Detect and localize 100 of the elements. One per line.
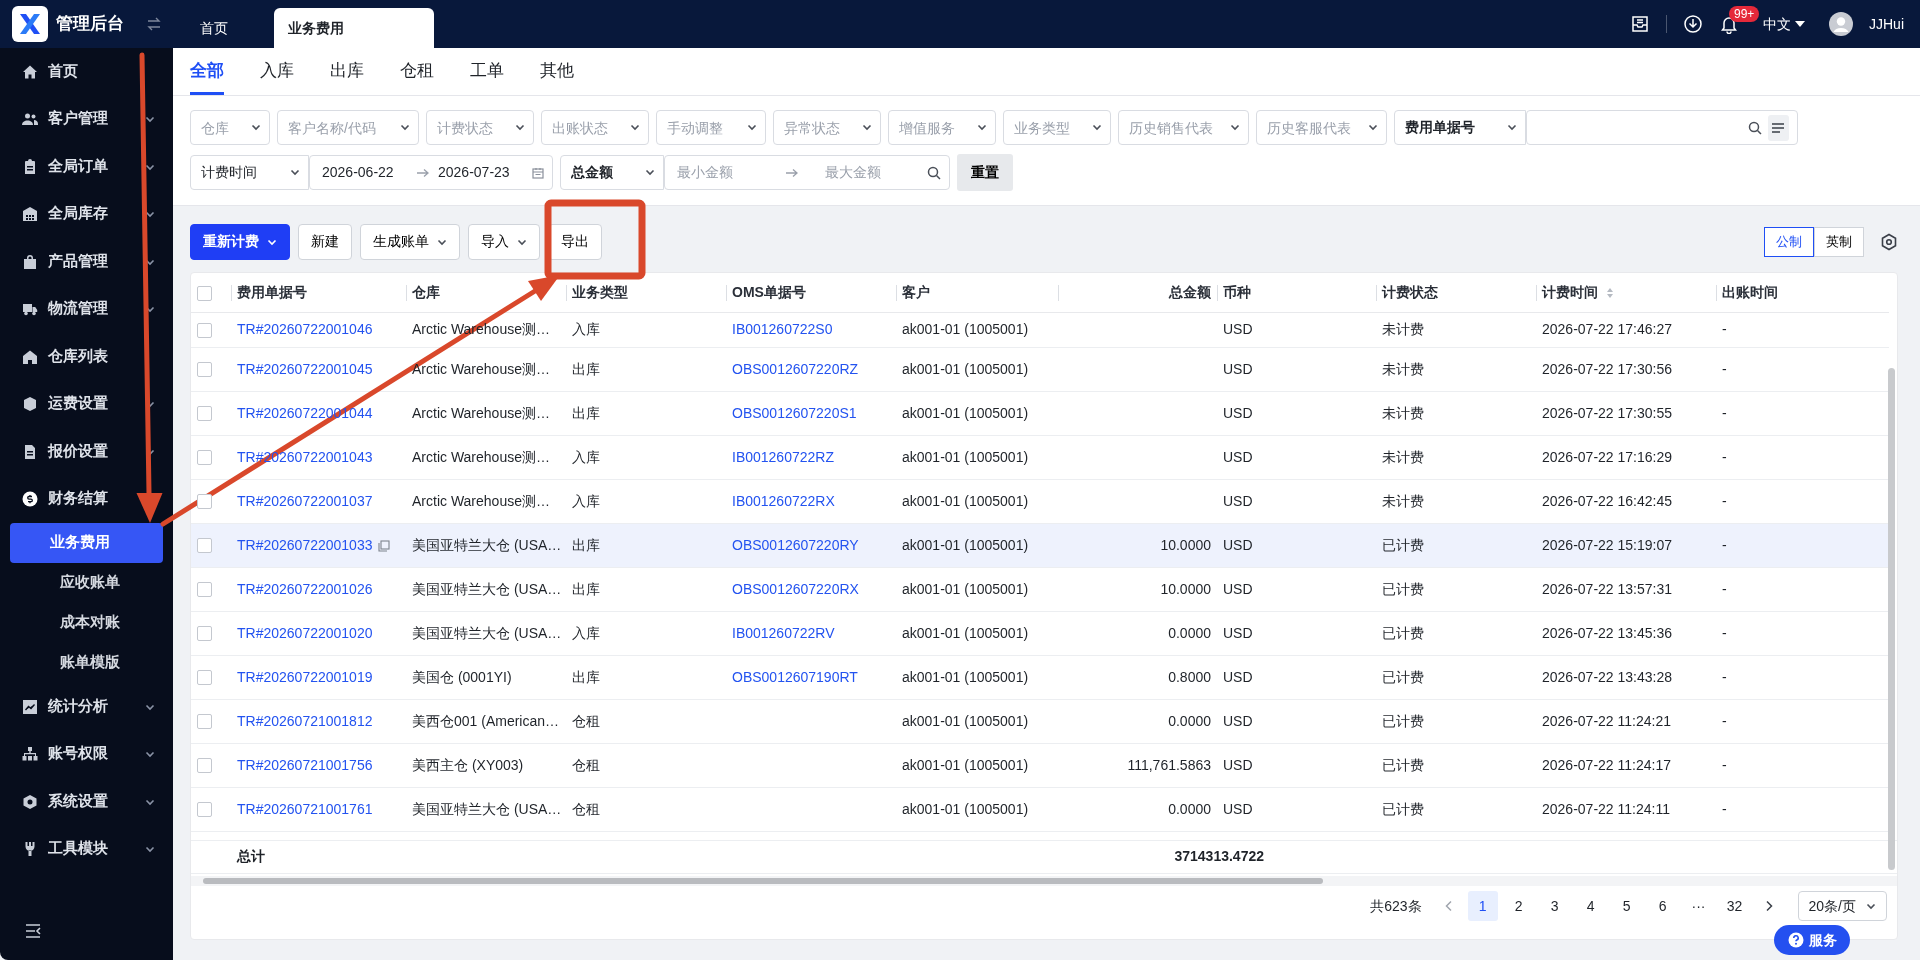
column-header[interactable]: 业务类型 — [572, 283, 628, 300]
sidebar-subitem[interactable]: 账单模版 — [10, 643, 163, 683]
order-number-link[interactable]: IB001260722S0 — [732, 321, 833, 337]
min-amount-field[interactable]: 最小金额 — [675, 161, 780, 184]
fee-number-link[interactable]: TR#20260721001756 — [237, 756, 373, 773]
toolbar-button[interactable]: 新建 — [298, 223, 352, 260]
tab[interactable]: 工单 — [470, 48, 504, 95]
order-number-link[interactable]: OBS0012607220RZ — [732, 360, 859, 377]
tab[interactable]: 出库 — [330, 48, 364, 95]
sidebar-subitem[interactable]: 成本对账 — [10, 603, 163, 643]
inbox-icon[interactable] — [1630, 14, 1650, 34]
page-button[interactable]: 6 — [1647, 891, 1678, 922]
page-button[interactable]: 3 — [1539, 891, 1570, 922]
select-field[interactable]: 手动调整 — [656, 110, 766, 145]
search-field[interactable] — [1526, 110, 1798, 145]
select-field[interactable]: 增值服务 — [888, 110, 996, 145]
service-button[interactable]: 服务 — [1774, 925, 1850, 955]
select-field[interactable]: 费用单据号 — [1394, 110, 1526, 145]
row-checkbox[interactable] — [197, 802, 212, 818]
column-header[interactable]: 客户 — [902, 283, 930, 300]
row-checkbox[interactable] — [197, 538, 212, 554]
sidebar-item[interactable]: 系统设置 — [48, 790, 145, 813]
sidebar-item[interactable]: 仓库列表 — [48, 345, 155, 368]
filter-list-button[interactable] — [1767, 114, 1789, 141]
user-name[interactable]: JJHui — [1869, 13, 1904, 35]
page-button[interactable]: 4 — [1575, 891, 1606, 922]
column-header[interactable]: 总金额 — [1169, 283, 1211, 300]
sidebar-item[interactable]: 账号权限 — [48, 743, 145, 766]
sidebar-item[interactable]: 工具模块 — [48, 838, 145, 861]
column-header[interactable]: 费用单据号 — [237, 283, 307, 300]
sidebar-item[interactable]: 产品管理 — [48, 250, 145, 273]
scrollbar-thumb[interactable] — [1888, 368, 1895, 870]
fee-number-link[interactable]: TR#20260722001020 — [237, 624, 373, 641]
toolbar-button[interactable]: 导入 — [468, 223, 540, 260]
header-checkbox[interactable] — [197, 285, 212, 301]
page-tab[interactable]: 业务费用 — [274, 8, 434, 48]
page-button[interactable]: 5 — [1611, 891, 1642, 922]
fee-number-link[interactable]: TR#20260721001812 — [237, 712, 373, 729]
date-end-field[interactable]: 2026-07-23 — [436, 161, 526, 184]
select-field[interactable]: 业务类型 — [1003, 110, 1111, 145]
row-checkbox[interactable] — [197, 758, 212, 774]
page-tab[interactable]: 首页 — [186, 8, 274, 48]
fee-number-link[interactable]: TR#20260722001046 — [237, 321, 373, 337]
amount-range-field[interactable]: 最小金额 最大金额 — [664, 155, 950, 190]
row-checkbox[interactable] — [197, 362, 212, 378]
sidebar-item[interactable]: 运费设置 — [48, 393, 145, 416]
fee-number-link[interactable]: TR#20260722001045 — [237, 360, 373, 377]
column-header[interactable]: 计费状态 — [1382, 283, 1438, 300]
select-field[interactable]: 异常状态 — [773, 110, 881, 145]
order-number-link[interactable]: IB001260722RV — [732, 624, 835, 641]
prev-page-icon[interactable] — [1443, 900, 1454, 913]
sidebar-item[interactable]: 客户管理 — [48, 108, 145, 131]
row-checkbox[interactable] — [197, 714, 212, 730]
column-header[interactable]: 仓库 — [412, 283, 440, 300]
column-header[interactable]: 出账时间 — [1722, 283, 1778, 300]
row-checkbox[interactable] — [197, 582, 212, 598]
settings-icon[interactable] — [1880, 232, 1898, 251]
reset-button[interactable]: 重置 — [957, 154, 1013, 191]
menu-collapse-icon[interactable] — [24, 922, 42, 940]
order-number-link[interactable]: IB001260722RX — [732, 492, 835, 509]
select-field[interactable]: 历史客服代表 — [1256, 110, 1387, 145]
order-number-link[interactable]: IB001260722RZ — [732, 448, 834, 465]
row-checkbox[interactable] — [197, 494, 212, 510]
tab[interactable]: 仓租 — [400, 48, 434, 95]
row-checkbox[interactable] — [197, 626, 212, 642]
page-button[interactable]: 32 — [1719, 891, 1750, 922]
unit-toggle[interactable]: 公制 — [1764, 226, 1814, 257]
sidebar-item[interactable]: 报价设置 — [48, 440, 145, 463]
row-checkbox[interactable] — [197, 670, 212, 686]
fee-number-link[interactable]: TR#20260721001761 — [237, 800, 373, 817]
order-number-link[interactable]: OBS0012607190RT — [732, 668, 858, 685]
page-button[interactable]: 1 — [1467, 891, 1498, 922]
sidebar-item[interactable]: 首页 — [48, 60, 155, 83]
row-checkbox[interactable] — [197, 322, 212, 338]
language-selector[interactable]: 中文 — [1763, 13, 1805, 35]
tab[interactable]: 入库 — [260, 48, 294, 95]
column-header[interactable]: OMS单据号 — [732, 283, 806, 300]
fee-number-link[interactable]: TR#20260722001037 — [237, 492, 373, 509]
select-field[interactable]: 总金额 — [560, 155, 664, 190]
column-header[interactable]: 币种 — [1223, 283, 1251, 300]
sidebar-item[interactable]: 物流管理 — [48, 298, 145, 321]
toolbar-button[interactable]: 重新计费 — [190, 223, 290, 260]
page-size-select[interactable]: 20条/页 — [1797, 891, 1887, 922]
sidebar-item[interactable]: 财务结算 — [48, 488, 145, 511]
date-start-field[interactable]: 2026-06-22 — [320, 161, 410, 184]
order-number-link[interactable]: OBS0012607220RX — [732, 580, 859, 597]
unit-toggle[interactable]: 英制 — [1814, 226, 1864, 257]
select-field[interactable]: 计费时间 — [190, 155, 309, 190]
select-field[interactable]: 历史销售代表 — [1118, 110, 1249, 145]
swap-icon[interactable] — [146, 16, 162, 32]
fee-number-link[interactable]: TR#20260722001019 — [237, 668, 373, 685]
sidebar-item[interactable]: 全局订单 — [48, 155, 145, 178]
row-checkbox[interactable] — [197, 450, 212, 466]
scrollbar-thumb[interactable] — [203, 877, 1323, 884]
avatar-icon[interactable] — [1829, 12, 1853, 36]
page-button[interactable]: 2 — [1503, 891, 1534, 922]
order-number-link[interactable]: OBS0012607220S1 — [732, 404, 857, 421]
sidebar-item[interactable]: 全局库存 — [48, 203, 145, 226]
toolbar-button[interactable]: 生成账单 — [360, 223, 460, 260]
column-header[interactable]: 计费时间 — [1542, 283, 1598, 300]
